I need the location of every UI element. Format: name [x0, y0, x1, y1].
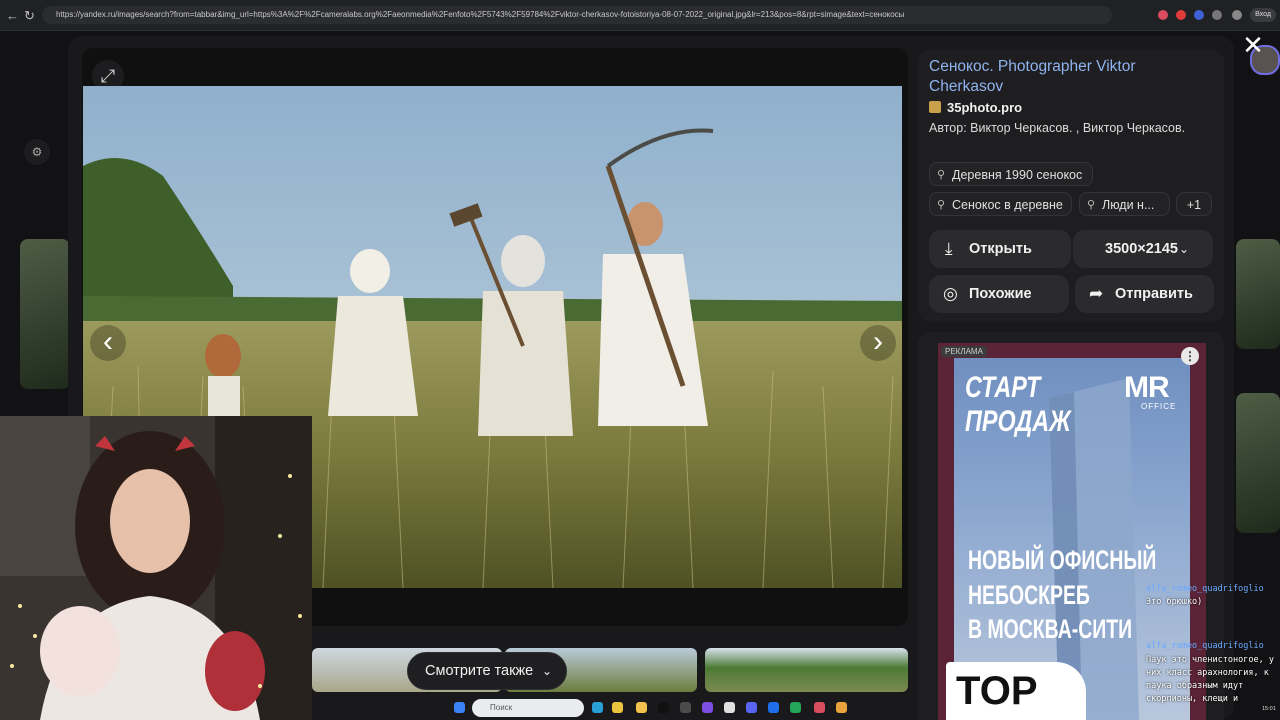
- result-thumbnail[interactable]: [20, 239, 70, 389]
- tag-label: Люди н...: [1102, 198, 1155, 212]
- browser-toolbar: ← ↻ https://yandex.ru/images/search?from…: [0, 0, 1280, 31]
- search-icon: ⚲: [937, 199, 946, 211]
- discord-icon[interactable]: [746, 702, 757, 713]
- edge-icon[interactable]: [592, 702, 603, 713]
- ad-headline-line: СТАРТ: [965, 371, 1041, 404]
- more-options-icon[interactable]: ⋮: [1181, 347, 1199, 365]
- app-icon[interactable]: [814, 702, 825, 713]
- ad-body-line: В МОСКВА-СИТИ: [968, 614, 1133, 644]
- reload-icon[interactable]: ↻: [24, 8, 35, 24]
- extension-icon[interactable]: [1194, 10, 1204, 20]
- open-image-button[interactable]: ⤓ Открыть: [929, 230, 1071, 268]
- extension-icon[interactable]: [1176, 10, 1186, 20]
- tiktok-icon[interactable]: [658, 702, 669, 713]
- share-button[interactable]: ➦ Отправить: [1075, 275, 1214, 313]
- streamer-camera-image: [0, 416, 312, 720]
- chat-username: alfa_romeo_quadrifoglio: [1146, 641, 1264, 651]
- app-icon[interactable]: [680, 702, 691, 713]
- tag-chip[interactable]: ⚲ Люди н...: [1079, 192, 1170, 216]
- chevron-down-icon: ⌄: [1179, 242, 1190, 256]
- image-size-select[interactable]: 3500×2145 ⌄: [1073, 230, 1213, 268]
- puzzle-icon[interactable]: [1212, 10, 1222, 20]
- tag-label: Сенокос в деревне: [952, 198, 1063, 212]
- address-bar[interactable]: https://yandex.ru/images/search?from=tab…: [42, 6, 1112, 24]
- image-author: Автор: Виктор Черкасов. , Виктор Черкасо…: [929, 121, 1186, 135]
- tag-label: Деревня 1990 сенокос: [952, 168, 1083, 182]
- tag-chip[interactable]: ⚲ Деревня 1990 сенокос: [929, 162, 1093, 186]
- lens-icon: ◎: [943, 284, 958, 303]
- app-icon[interactable]: [702, 702, 713, 713]
- ad-headline: СТАРТ ПРОДАЖ: [965, 371, 1082, 439]
- image-size-label: 3500×2145: [1105, 241, 1178, 257]
- share-label: Отправить: [1115, 286, 1193, 302]
- ad-body-line: НОВЫЙ ОФИСНЫЙ: [968, 545, 1157, 575]
- ad-logo: MR: [1124, 371, 1170, 404]
- extension-icon[interactable]: [1158, 10, 1168, 20]
- see-also-button[interactable]: Смотрите также ⌄: [407, 652, 567, 690]
- folder-icon[interactable]: [636, 702, 647, 713]
- share-icon: ➦: [1089, 284, 1104, 303]
- related-thumbnail[interactable]: [705, 648, 908, 692]
- system-clock: 15:01: [1262, 706, 1276, 712]
- chevron-down-icon: ⌄: [542, 664, 553, 678]
- ad-bottom-logo: TOP: [946, 662, 1086, 720]
- webcam-overlay: [0, 416, 312, 720]
- yandex-icon[interactable]: [724, 702, 735, 713]
- ad-label: РЕКЛАМА: [941, 346, 987, 357]
- app-icon[interactable]: [768, 702, 779, 713]
- profile-button[interactable]: Вход: [1250, 8, 1276, 22]
- result-thumbnail[interactable]: [1236, 393, 1280, 533]
- back-icon[interactable]: ←: [6, 8, 19, 23]
- similar-label: Похожие: [969, 286, 1032, 302]
- tag-chip[interactable]: ⚲ Сенокос в деревне: [929, 192, 1072, 216]
- open-label: Открыть: [969, 241, 1032, 257]
- source-favicon-icon: [929, 101, 941, 113]
- ad-body-line: НЕБОСКРЕБ: [968, 580, 1090, 610]
- chat-message: Это брюшко): [1146, 597, 1203, 607]
- see-also-label: Смотрите также: [425, 663, 534, 679]
- chat-username: alfa_romeo_quadrifoglio: [1146, 584, 1264, 594]
- similar-images-button[interactable]: ◎ Похожие: [929, 275, 1069, 313]
- more-tags-chip[interactable]: +1: [1176, 192, 1212, 216]
- source-site-link[interactable]: 35photo.pro: [947, 100, 1022, 115]
- image-title-link[interactable]: Сенокос. Photographer Viktor Cherkasov: [929, 57, 1209, 97]
- ad-headline-line: ПРОДАЖ: [965, 405, 1071, 438]
- download-icon: ⤓: [945, 239, 953, 258]
- chrome-icon[interactable]: [612, 702, 623, 713]
- taskbar-search[interactable]: Поиск: [472, 699, 584, 717]
- next-image-button[interactable]: ›: [860, 325, 896, 361]
- menu-icon[interactable]: [1232, 10, 1242, 20]
- prev-image-button[interactable]: ‹: [90, 325, 126, 361]
- search-icon: ⚲: [937, 169, 946, 181]
- app-icon[interactable]: [790, 702, 801, 713]
- ad-logo-subtitle: OFFICE: [1141, 402, 1177, 411]
- windows-start-icon[interactable]: [454, 702, 465, 713]
- filter-icon[interactable]: ⚙: [24, 139, 50, 165]
- chat-message: Паук это членистоногое, у них класс арах…: [1146, 655, 1274, 704]
- search-icon: ⚲: [1087, 199, 1096, 211]
- close-icon[interactable]: ✕: [1240, 32, 1266, 58]
- app-icon[interactable]: [836, 702, 847, 713]
- result-thumbnail[interactable]: [1236, 239, 1280, 349]
